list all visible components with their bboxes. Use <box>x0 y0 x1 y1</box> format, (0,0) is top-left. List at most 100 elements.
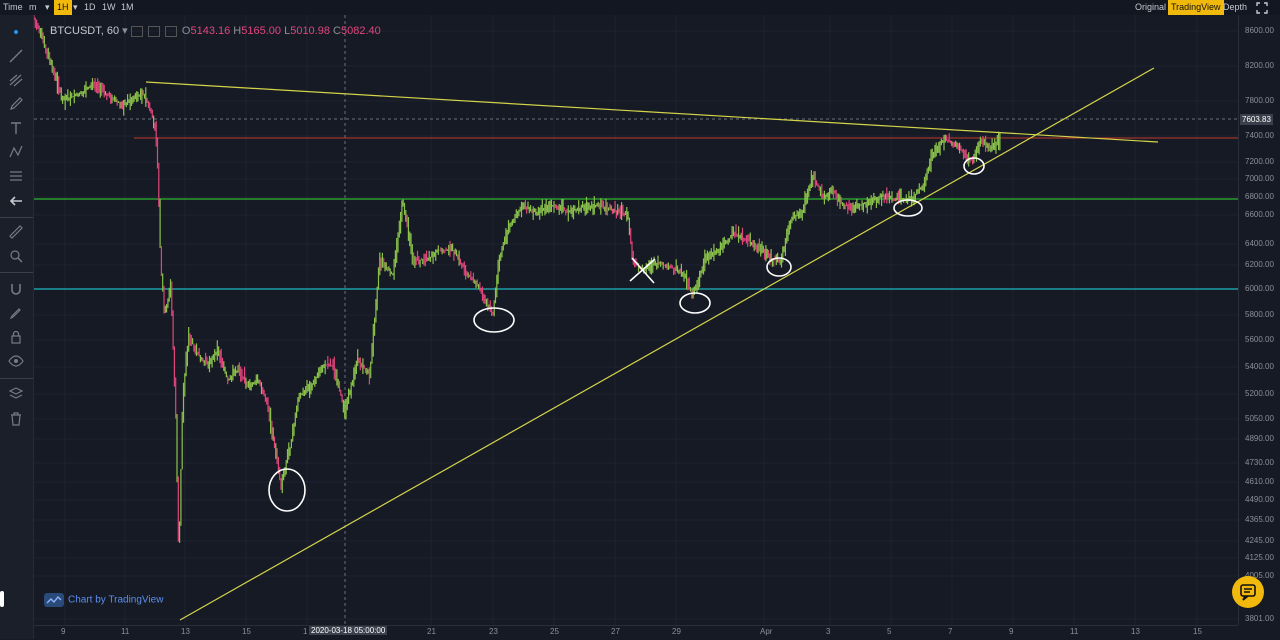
price-axis-label: 4730.00 <box>1245 458 1274 467</box>
back-arrow-icon[interactable] <box>8 193 24 209</box>
interval-1d[interactable]: 1D <box>84 0 96 15</box>
price-axis[interactable] <box>1238 15 1280 625</box>
time-axis-label: 15 <box>1193 627 1202 636</box>
high-value: 5165.00 <box>241 25 282 37</box>
price-axis-label: 6200.00 <box>1245 260 1274 269</box>
price-axis-label: 7800.00 <box>1245 96 1274 105</box>
time-axis-label: 13 <box>181 627 190 636</box>
time-axis-label: Apr <box>760 627 773 636</box>
close-value: 5082.40 <box>340 25 381 37</box>
current-price-badge: 7603.83 <box>1240 114 1273 125</box>
price-axis-label: 7000.00 <box>1245 174 1274 183</box>
top-toolbar: Time m ▾ 1H ▾ 1D 1W 1M Original TradingV… <box>0 0 1280 15</box>
price-axis-label: 5600.00 <box>1245 335 1274 344</box>
price-axis-label: 7200.00 <box>1245 157 1274 166</box>
interval-1m[interactable]: 1M <box>121 0 134 15</box>
chart-legend: BTCUSDT, 60 ▾ O5143.16 H5165.00 L5010.98… <box>50 24 381 37</box>
interval-dropdown-arrow-icon[interactable]: ▾ <box>73 0 78 15</box>
interval-minutes[interactable]: m <box>29 0 37 15</box>
magnet-icon[interactable] <box>8 281 24 297</box>
fullscreen-icon[interactable] <box>1256 0 1268 15</box>
price-axis-label: 5400.00 <box>1245 362 1274 371</box>
interval-dropdown-icon[interactable]: ▾ <box>45 0 50 15</box>
price-axis-label: 4365.00 <box>1245 515 1274 524</box>
symbol-dropdown-icon[interactable]: ▾ <box>122 25 131 37</box>
time-axis-label: 3 <box>826 627 831 636</box>
price-axis-label: 6000.00 <box>1245 284 1274 293</box>
compare-square-icon[interactable] <box>147 25 160 37</box>
toolbar-divider <box>0 378 33 379</box>
price-axis-label: 5050.00 <box>1245 414 1274 423</box>
close-label: C <box>333 25 341 37</box>
price-axis-label: 4610.00 <box>1245 477 1274 486</box>
time-axis-label: 29 <box>672 627 681 636</box>
toolbar-divider <box>0 217 33 218</box>
time-axis-label: 13 <box>1131 627 1140 636</box>
chat-icon <box>1240 584 1256 601</box>
time-axis-label: 27 <box>611 627 620 636</box>
pattern-icon[interactable] <box>8 144 24 160</box>
time-axis-label: 11 <box>1070 627 1079 636</box>
low-value: 5010.98 <box>290 25 330 37</box>
eye-icon[interactable] <box>8 353 24 369</box>
annotation-circle <box>679 292 711 314</box>
lock-icon[interactable] <box>8 329 24 345</box>
trendline-icon[interactable] <box>8 48 24 64</box>
time-axis-label: 1 <box>303 627 308 636</box>
view-depth[interactable]: Depth <box>1223 0 1247 15</box>
price-axis-label: 8600.00 <box>1245 26 1274 35</box>
chat-button[interactable] <box>1232 576 1264 608</box>
time-axis-label: 21 <box>427 627 436 636</box>
annotation-circle <box>268 468 306 512</box>
price-axis-label: 4245.00 <box>1245 536 1274 545</box>
pattern-fib-icon[interactable] <box>8 72 24 88</box>
ruler-icon[interactable] <box>8 224 24 240</box>
text-icon[interactable] <box>8 120 24 136</box>
price-axis-label: 3801.00 <box>1245 614 1274 623</box>
candles <box>34 15 1001 543</box>
toolbar-collapse-handle[interactable] <box>0 591 4 607</box>
time-label: Time <box>3 2 23 12</box>
time-axis-label: 9 <box>1009 627 1014 636</box>
indicator-square-icon[interactable] <box>164 25 177 37</box>
interval-1h[interactable]: 1H <box>54 0 72 15</box>
time-axis-label: 11 <box>121 627 130 636</box>
crosshair-date-label: 2020-03-18 05:00:00 <box>309 626 388 635</box>
time-axis-label: 5 <box>887 627 892 636</box>
zoom-icon[interactable] <box>8 248 24 264</box>
view-tradingview[interactable]: TradingView <box>1168 0 1224 15</box>
price-axis-label: 6800.00 <box>1245 192 1274 201</box>
chart-grid <box>34 15 1238 625</box>
price-axis-label: 8200.00 <box>1245 61 1274 70</box>
ascending-trendline <box>179 67 1155 621</box>
time-axis[interactable] <box>34 625 1238 640</box>
descending-trendline <box>145 81 1159 143</box>
time-axis-label: 9 <box>61 627 66 636</box>
price-axis-label: 7400.00 <box>1245 131 1274 140</box>
toolbar-divider <box>0 272 33 273</box>
price-axis-label: 5200.00 <box>1245 389 1274 398</box>
interval-1w[interactable]: 1W <box>102 0 116 15</box>
time-axis-label: 23 <box>489 627 498 636</box>
price-axis-label: 5800.00 <box>1245 310 1274 319</box>
time-axis-label: 7 <box>948 627 953 636</box>
pencil-lock-icon[interactable] <box>8 305 24 321</box>
price-axis-label: 4490.00 <box>1245 495 1274 504</box>
drawing-toolbar <box>0 15 34 639</box>
symbol-name[interactable]: BTCUSDT, 60 <box>50 25 119 37</box>
settings-square-icon[interactable] <box>130 25 143 37</box>
projection-icon[interactable] <box>8 168 24 184</box>
price-chart[interactable] <box>34 15 1238 625</box>
pointer-icon[interactable] <box>8 24 24 40</box>
price-axis-label: 4890.00 <box>1245 434 1274 443</box>
layers-icon[interactable] <box>8 386 24 402</box>
trash-icon[interactable] <box>8 411 24 427</box>
watermark-text: Chart by TradingView <box>68 594 164 606</box>
brush-icon[interactable] <box>8 96 24 112</box>
view-original[interactable]: Original <box>1135 0 1166 15</box>
open-value: 5143.16 <box>190 25 231 37</box>
tradingview-watermark[interactable]: Chart by TradingView <box>44 593 163 607</box>
tradingview-logo-icon <box>44 593 64 607</box>
time-axis-label: 15 <box>242 627 251 636</box>
price-axis-label: 6400.00 <box>1245 239 1274 248</box>
